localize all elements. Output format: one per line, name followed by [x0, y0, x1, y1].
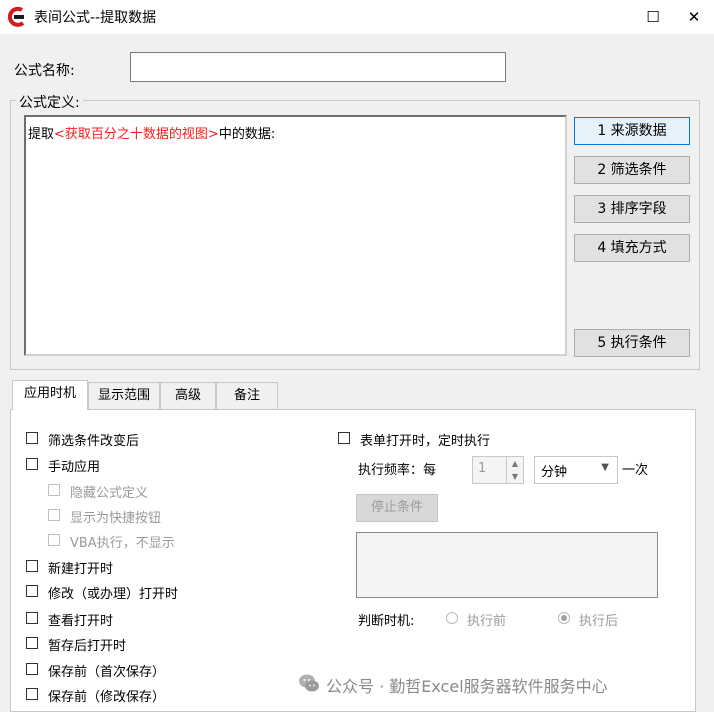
modify-open-label: 修改（或办理）打开时 [48, 587, 179, 602]
manual-apply-label: 手动应用 [48, 460, 101, 475]
fill-method-button[interactable]: 4 填充方式 [574, 234, 690, 262]
vba-exec-checkbox [48, 534, 60, 546]
tab-advanced[interactable]: 高级 [160, 382, 216, 410]
formula-name-label: 公式名称: [14, 63, 75, 79]
formula-suffix: 中的数据: [218, 127, 276, 142]
sort-field-button[interactable]: 3 排序字段 [574, 195, 690, 223]
after-exec-label: 执行后 [579, 614, 619, 629]
show-shortcut-checkbox [48, 509, 60, 521]
chevron-down-icon: ▼ [601, 462, 609, 473]
new-open-label: 新建打开时 [48, 562, 114, 577]
tab-apply-timing[interactable]: 应用时机 [12, 380, 88, 410]
window-title: 表间公式--提取数据 [34, 10, 157, 26]
vba-exec-label: VBA执行，不显示 [70, 536, 175, 551]
formula-definition-text[interactable]: 提取<获取百分之十数据的视图>中的数据: [24, 115, 567, 356]
hide-formula-label: 隐藏公式定义 [70, 486, 149, 501]
maximize-icon[interactable]: ☐ [635, 4, 671, 30]
freq-stepper[interactable]: 1 ▲ ▼ [472, 456, 524, 484]
before-exec-label: 执行前 [467, 614, 507, 629]
show-shortcut-label: 显示为快捷按钮 [70, 511, 162, 526]
modify-open-checkbox[interactable] [26, 585, 38, 597]
tab-display-range[interactable]: 显示范围 [88, 382, 160, 410]
after-exec-radio[interactable] [558, 612, 570, 624]
formula-name-input[interactable] [130, 52, 506, 82]
stepper-down-icon[interactable]: ▼ [506, 470, 523, 483]
before-exec-radio[interactable] [446, 612, 458, 624]
stop-condition-button[interactable]: 停止条件 [356, 494, 438, 522]
draft-open-checkbox[interactable] [26, 637, 38, 649]
exec-condition-button[interactable]: 5 执行条件 [574, 329, 690, 357]
manual-apply-checkbox[interactable] [26, 458, 38, 470]
freq-value: 1 [478, 461, 487, 476]
draft-open-label: 暂存后打开时 [48, 639, 127, 654]
stop-condition-text[interactable] [356, 532, 658, 598]
unit-value: 分钟 [541, 465, 568, 480]
before-save-first-label: 保存前（首次保存） [48, 665, 166, 680]
formula-definition-legend: 公式定义: [16, 92, 83, 112]
new-open-checkbox[interactable] [26, 560, 38, 572]
freq-label: 执行频率：每 [358, 463, 437, 478]
before-save-first-checkbox[interactable] [26, 663, 38, 675]
hide-formula-checkbox [48, 484, 60, 496]
before-save-modify-checkbox[interactable] [26, 688, 38, 700]
unit-select[interactable]: 分钟 ▼ [534, 456, 618, 484]
formula-source-link[interactable]: <获取百分之十数据的视图> [54, 127, 219, 142]
timed-exec-label: 表单打开时，定时执行 [360, 434, 491, 449]
watermark-text: 公众号 · 勤哲Excel服务器软件服务中心 [326, 677, 608, 696]
judge-label: 判断时机: [358, 614, 415, 629]
view-open-label: 查看打开时 [48, 614, 114, 629]
wechat-icon [299, 674, 319, 692]
stepper-up-icon[interactable]: ▲ [506, 457, 523, 470]
filter-changed-checkbox[interactable] [26, 432, 38, 444]
before-save-modify-label: 保存前（修改保存） [48, 690, 166, 705]
view-open-checkbox[interactable] [26, 612, 38, 624]
filter-condition-button[interactable]: 2 筛选条件 [574, 156, 690, 184]
freq-suffix: 一次 [622, 463, 649, 478]
app-logo-icon [7, 7, 25, 27]
formula-prefix: 提取 [28, 127, 55, 142]
filter-changed-label: 筛选条件改变后 [48, 434, 140, 449]
timed-exec-checkbox[interactable] [338, 432, 350, 444]
tab-notes[interactable]: 备注 [216, 382, 278, 410]
close-icon[interactable]: ✕ [676, 4, 712, 30]
source-data-button[interactable]: 1 来源数据 [574, 117, 690, 145]
